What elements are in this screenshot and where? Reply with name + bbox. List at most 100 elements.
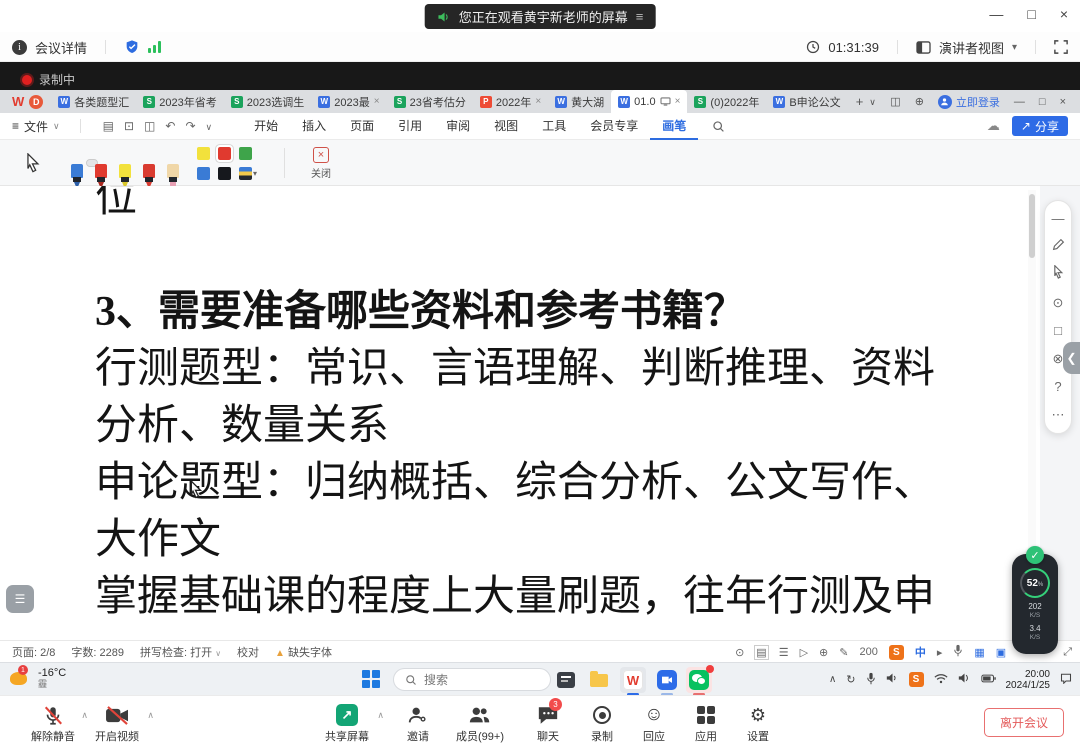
ime-toolbox-icon[interactable]: ▣	[996, 646, 1006, 659]
side-panel-icon[interactable]: ◫	[890, 95, 900, 108]
tray-update-icon[interactable]: ↻	[846, 673, 855, 686]
scrollbar-thumb[interactable]	[1029, 194, 1035, 258]
more-icon[interactable]: ⋯	[1052, 403, 1065, 427]
taskbar-search[interactable]: 搜索	[393, 668, 551, 691]
ime-cursor-icon[interactable]: ▸	[937, 646, 943, 659]
print-icon[interactable]: ⊡	[124, 119, 134, 133]
tray-mic-icon[interactable]	[866, 672, 876, 688]
start-video-button[interactable]: ∧ 开启视频	[88, 702, 146, 744]
quickbar-dropdown-icon[interactable]: ∨	[206, 119, 213, 133]
wps-restore-icon[interactable]: □	[1039, 96, 1046, 108]
close-icon[interactable]: ×	[1060, 6, 1068, 22]
menu-view[interactable]: 视图	[482, 113, 530, 140]
color-red-selected[interactable]	[218, 147, 231, 160]
translate-icon[interactable]: ⊕	[819, 646, 828, 659]
wps-tab-active[interactable]: W01.0×	[611, 90, 687, 113]
yellow-highlighter-tool[interactable]	[111, 160, 121, 166]
tab-list-icon[interactable]: ∨	[869, 94, 876, 109]
wps-tab[interactable]: S23省考估分	[387, 90, 473, 113]
minimize-icon[interactable]: —	[989, 6, 1003, 22]
meeting-details-button[interactable]: 会议详情	[35, 38, 87, 57]
word-count[interactable]: 字数: 2289	[71, 644, 124, 660]
login-button[interactable]: 立即登录	[938, 94, 1000, 110]
chat-button[interactable]: 3 聊天	[524, 702, 572, 744]
tools-icon[interactable]: ⊗	[1053, 347, 1064, 371]
wps-tab[interactable]: W黄大湖	[548, 90, 611, 113]
eraser-icon[interactable]: □	[1054, 319, 1062, 343]
ime-language-icon[interactable]: 中	[915, 644, 926, 660]
weather-widget[interactable]: 1 -16°C 霾	[8, 666, 66, 690]
taskbar-app-explorer[interactable]	[586, 667, 612, 693]
sogou-ime-icon[interactable]: S	[889, 645, 904, 660]
fullscreen-icon[interactable]	[1054, 40, 1068, 54]
wps-close-icon[interactable]: ×	[1060, 96, 1066, 108]
proofread-button[interactable]: 校对	[237, 644, 259, 660]
fit-page-icon[interactable]: ⤢	[1063, 646, 1072, 659]
apps-button[interactable]: 应用	[682, 702, 730, 744]
system-monitor-widget[interactable]: ✓ 52% 202K/S 3.4K/S	[1012, 554, 1058, 654]
save-icon[interactable]: ▤	[103, 119, 114, 133]
cursor-icon[interactable]	[1052, 263, 1064, 287]
red-marker-tool[interactable]	[135, 160, 145, 166]
help-icon[interactable]: ?	[1054, 375, 1061, 399]
document-page[interactable]: 位 3、需要准备哪些资料和参考书籍？ 行测题型：常识、言语理解、判断推理、资料 …	[0, 186, 1080, 640]
speaker-view-button[interactable]: 演讲者视图	[939, 38, 1004, 57]
missing-font-warning[interactable]: ▲ 缺失字体	[275, 644, 332, 660]
leave-meeting-button[interactable]: 离开会议	[984, 708, 1064, 737]
collapse-panel-tab[interactable]: ❮	[1063, 342, 1080, 374]
tray-speaker-icon[interactable]	[886, 672, 899, 687]
chevron-up-icon[interactable]: ∧	[377, 710, 384, 721]
menu-review[interactable]: 审阅	[434, 113, 482, 140]
play-slideshow-icon[interactable]: ▷	[800, 646, 808, 659]
wps-tab[interactable]: W各类题型汇	[51, 90, 136, 113]
file-menu[interactable]: ≡ 文件 ∨	[0, 118, 70, 135]
preview-icon[interactable]: ◫	[144, 119, 155, 133]
wps-tab[interactable]: W2023最×	[311, 90, 386, 113]
unmute-button[interactable]: ∧ 解除静音	[24, 702, 82, 744]
shield-check-icon[interactable]	[124, 39, 140, 55]
tray-clock[interactable]: 20:00 2024/1/25	[1006, 669, 1051, 691]
taskbar-app-reader[interactable]	[553, 667, 579, 693]
docer-logo[interactable]: D	[29, 95, 43, 109]
share-screen-button[interactable]: ↗ ∧ 共享屏幕	[318, 702, 376, 744]
color-green[interactable]	[239, 147, 252, 160]
wps-logo[interactable]: W	[12, 94, 24, 109]
outline-list-widget[interactable]: ☰	[6, 585, 34, 613]
wps-tab[interactable]: S(0)2022年	[687, 90, 766, 113]
share-button[interactable]: ↗ 分享	[1012, 116, 1068, 136]
new-tab-icon[interactable]: +	[856, 94, 864, 109]
banner-menu-icon[interactable]: ≡	[636, 9, 644, 24]
color-yellow[interactable]	[197, 147, 210, 160]
members-button[interactable]: 成员(99+)	[448, 702, 512, 744]
wps-tab[interactable]: P2022年×	[473, 90, 548, 113]
drag-handle-icon[interactable]: —	[1052, 207, 1065, 231]
tray-wifi-icon[interactable]	[934, 673, 948, 687]
menu-member[interactable]: 会员专享	[578, 113, 650, 140]
color-black[interactable]	[218, 167, 231, 180]
wps-minimize-icon[interactable]: —	[1014, 96, 1025, 108]
wps-tab[interactable]: S2023选调生	[224, 90, 311, 113]
web-layout-icon[interactable]: ☰	[779, 646, 789, 659]
tab-close-icon[interactable]: ×	[535, 96, 541, 107]
start-button[interactable]	[362, 670, 380, 688]
blue-pen-tool[interactable]	[63, 160, 73, 166]
edit-mode-icon[interactable]: ✎	[839, 646, 848, 659]
zoom-level[interactable]: 200	[859, 646, 877, 658]
tray-battery-icon[interactable]	[981, 674, 996, 686]
invite-button[interactable]: 邀请	[394, 702, 442, 744]
laser-pointer-icon[interactable]: ⊙	[1053, 291, 1064, 315]
maximize-icon[interactable]: □	[1027, 6, 1035, 22]
wps-tab[interactable]: WB申论公文	[766, 90, 847, 113]
menu-tools[interactable]: 工具	[530, 113, 578, 140]
redo-icon[interactable]: ↷	[185, 119, 195, 133]
ime-mic-icon[interactable]	[953, 644, 963, 660]
page-view-icon[interactable]: ▤	[755, 646, 767, 659]
tray-sogou-icon[interactable]: S	[909, 672, 924, 687]
undo-icon[interactable]: ↶	[165, 119, 175, 133]
menu-page[interactable]: 页面	[338, 113, 386, 140]
eye-protect-icon[interactable]: ⊙	[735, 646, 744, 659]
reactions-button[interactable]: ☺ 回应	[630, 702, 678, 744]
cloud-sync-icon[interactable]: ☁	[987, 118, 1000, 134]
menu-insert[interactable]: 插入	[290, 113, 338, 140]
record-button[interactable]: 录制	[578, 702, 626, 744]
